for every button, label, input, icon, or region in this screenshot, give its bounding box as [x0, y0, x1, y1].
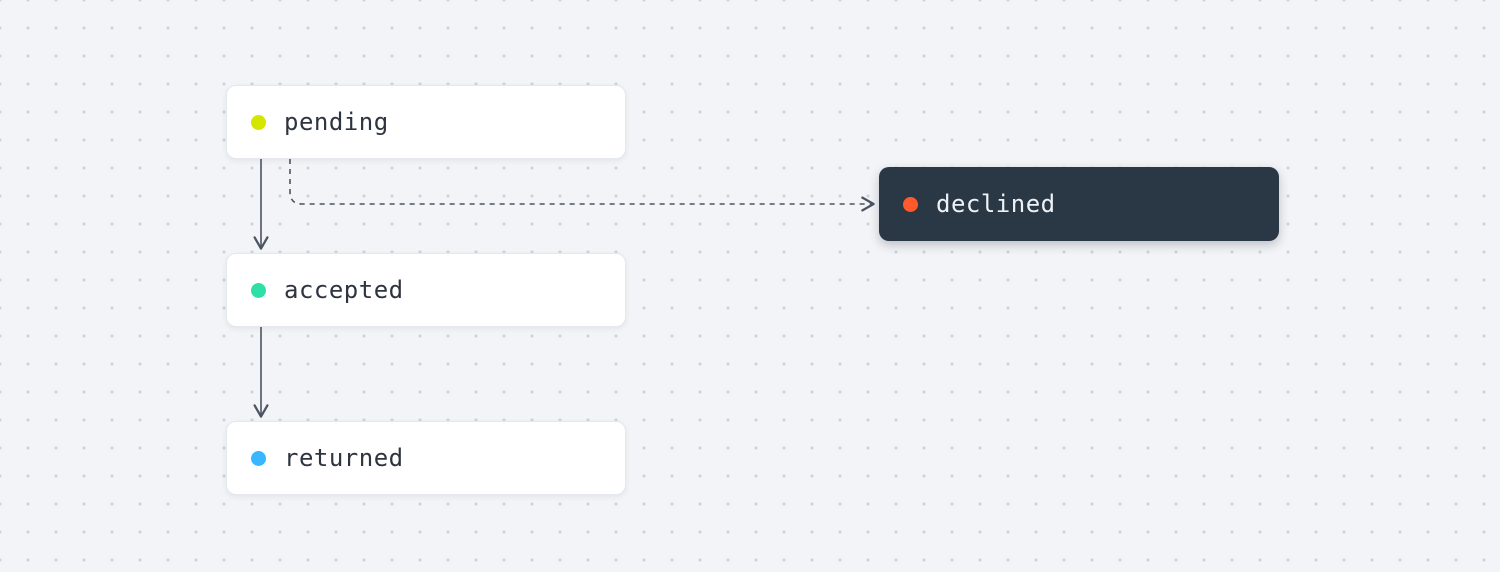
- status-dot-declined: [903, 197, 918, 212]
- edge-pending-declined: [290, 159, 872, 204]
- state-node-pending: pending: [226, 85, 626, 159]
- status-dot-pending: [251, 115, 266, 130]
- state-label: pending: [284, 108, 389, 136]
- state-node-declined: declined: [879, 167, 1279, 241]
- state-label: accepted: [284, 276, 404, 304]
- state-node-accepted: accepted: [226, 253, 626, 327]
- state-node-returned: returned: [226, 421, 626, 495]
- state-label: declined: [936, 190, 1056, 218]
- status-dot-accepted: [251, 283, 266, 298]
- state-label: returned: [284, 444, 404, 472]
- diagram-canvas: pending accepted returned declined: [0, 0, 1500, 572]
- status-dot-returned: [251, 451, 266, 466]
- connectors: [0, 0, 1500, 572]
